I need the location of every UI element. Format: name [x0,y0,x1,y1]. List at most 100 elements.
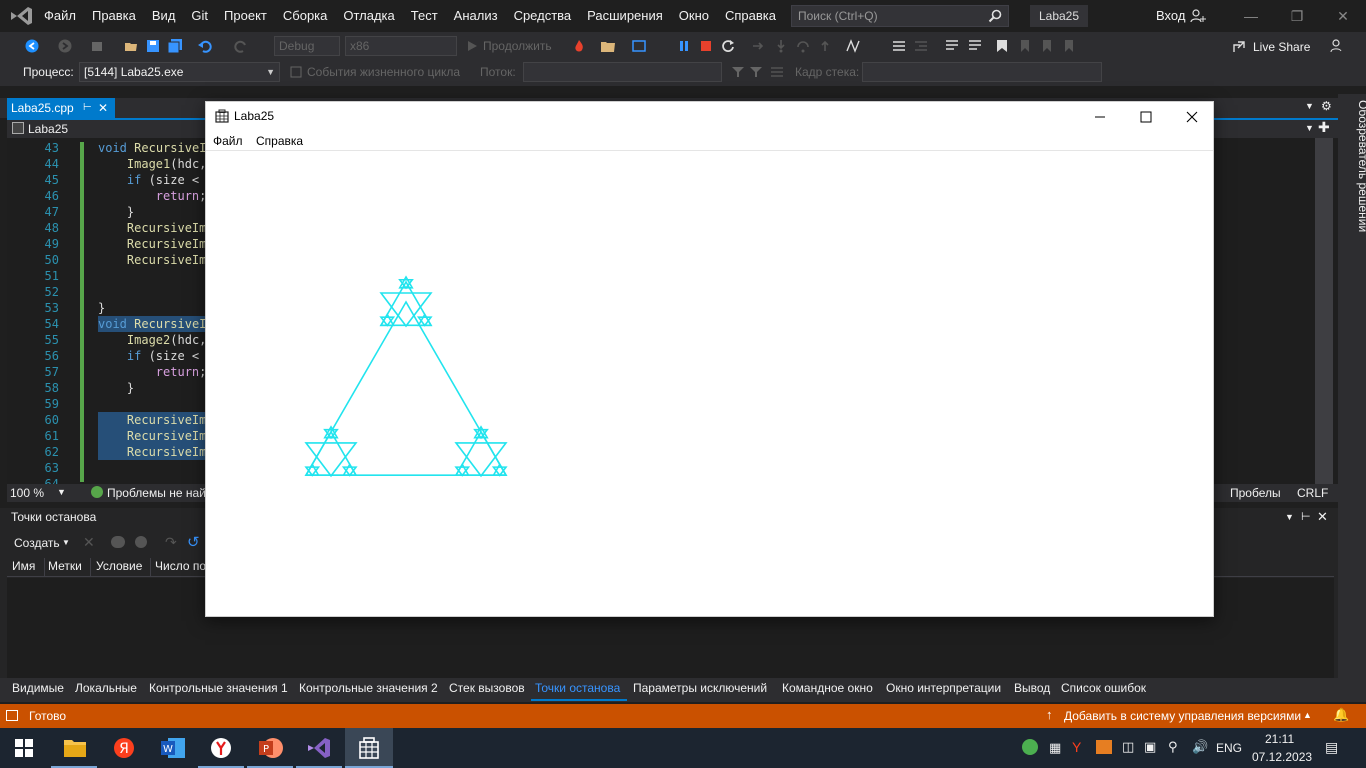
column-divider[interactable] [150,558,151,576]
zoom-level[interactable]: 100 % [10,486,44,500]
tab-watch-1[interactable]: Контрольные значения 1 [149,681,288,695]
prev-bookmark-icon[interactable] [1018,39,1032,53]
settings-gear-icon[interactable]: ⚙ [1321,99,1332,113]
feedback-icon[interactable] [1330,39,1346,53]
problems-status[interactable]: Проблемы не найд [107,486,213,500]
menu-project[interactable]: Проект [216,0,275,32]
indent-mode[interactable]: Пробелы [1230,486,1281,500]
restart-icon[interactable] [721,39,735,53]
continue-button[interactable]: Продолжить [483,39,552,53]
solution-config-dropdown[interactable]: Debug [274,36,340,56]
menu-view[interactable]: Вид [144,0,184,32]
visual-studio-taskbar-icon[interactable] [307,737,331,759]
menu-file[interactable]: Файл [36,0,84,32]
search-input[interactable]: Поиск (Ctrl+Q) [791,5,1009,27]
menu-extensions[interactable]: Расширения [579,0,671,32]
notification-bell-icon[interactable]: 🔔 [1333,707,1349,723]
nav-scope[interactable]: Laba25 [28,122,68,136]
live-share-icon[interactable] [1232,40,1246,54]
solution-explorer-tab[interactable]: Обозреватель решений [1356,100,1366,232]
outdent-icon[interactable] [914,39,928,53]
platform-dropdown[interactable]: x86 [345,36,457,56]
stack-frame-dropdown[interactable] [862,62,1102,82]
diagnostic-tools-icon[interactable] [846,39,862,53]
continue-play-icon[interactable] [466,40,478,52]
new-project-icon[interactable] [90,39,104,53]
tab-watch-2[interactable]: Контрольные значения 2 [299,681,438,695]
clock-time[interactable]: 21:11 [1265,732,1294,746]
tray-volume-icon[interactable]: 🔊 [1192,739,1208,755]
tab-immediate-window[interactable]: Окно интерпретации [886,681,1001,695]
navigate-back-icon[interactable] [25,39,39,53]
zoom-dropdown-icon[interactable]: ▼ [57,487,66,497]
file-explorer-icon[interactable] [63,737,87,759]
process-dropdown[interactable]: [5144] Laba25.exe ▼ [79,62,280,82]
filter-icon[interactable] [732,66,744,78]
hot-reload-flame-icon[interactable] [572,39,586,53]
tray-weather-icon[interactable] [1096,740,1112,754]
windows-start-icon[interactable] [15,739,33,757]
live-share-button[interactable]: Live Share [1253,40,1310,54]
tab-laba25-cpp[interactable]: Laba25.cpp ⊢ ✕ [7,98,115,118]
split-window-icon[interactable]: ✚ [1318,119,1330,136]
clock-date[interactable]: 07.12.2023 [1252,750,1312,764]
menu-build[interactable]: Сборка [275,0,336,32]
thread-dropdown[interactable] [523,62,722,82]
signin-link[interactable]: Вход [1156,8,1185,23]
powerpoint-icon[interactable]: P [258,737,284,759]
tab-overflow-icon[interactable]: ▼ [1305,101,1314,111]
column-labels[interactable]: Метки [48,559,82,573]
tab-exception-settings[interactable]: Параметры исключений [633,681,767,695]
nav-dropdown-icon[interactable]: ▼ [1305,123,1314,133]
thread-marker-icon[interactable] [892,39,906,53]
menu-tools[interactable]: Средства [506,0,580,32]
tab-command-window[interactable]: Командное окно [782,681,873,695]
uncomment-lines-icon[interactable] [968,39,982,53]
editor-vertical-scrollbar[interactable] [1315,138,1333,484]
break-all-pause-icon[interactable] [678,40,690,52]
menu-edit[interactable]: Правка [84,0,144,32]
menu-window[interactable]: Окно [671,0,717,32]
column-name[interactable]: Имя [12,559,35,573]
delete-icon[interactable]: ✕ [83,534,95,551]
app-minimize-button[interactable] [1077,102,1123,132]
navigate-forward-icon[interactable] [58,39,72,53]
app-close-button[interactable] [1169,102,1215,132]
input-language[interactable]: ENG [1216,741,1242,755]
create-breakpoint-button[interactable]: Создать [14,536,60,550]
panel-close-icon[interactable]: ✕ [1317,509,1328,525]
menu-test[interactable]: Тест [403,0,446,32]
tray-yandex-icon[interactable]: Y [1072,739,1081,755]
show-next-statement-icon[interactable] [752,39,766,53]
menu-help[interactable]: Справка [717,0,784,32]
menu-git[interactable]: Git [183,0,216,32]
tray-wifi-icon[interactable]: ⚲ [1168,739,1178,755]
export-icon[interactable]: ↷ [165,534,177,551]
clear-bookmarks-icon[interactable] [1062,39,1076,53]
word-icon[interactable]: W [160,737,186,759]
stop-debugging-icon[interactable] [700,40,712,52]
import-icon[interactable]: ↺ [187,533,200,551]
bookmark-icon[interactable] [996,39,1008,53]
yandex-browser-icon[interactable]: Я [112,737,136,759]
open-folder-icon[interactable] [124,39,138,53]
close-button[interactable]: ✕ [1320,0,1366,32]
next-bookmark-icon[interactable] [1040,39,1054,53]
step-into-icon[interactable] [774,39,788,53]
action-center-icon[interactable]: ▤ [1325,739,1338,756]
vcs-dropdown-icon[interactable]: ▲ [1303,710,1312,720]
column-condition[interactable]: Условие [96,559,142,573]
tray-app-icon[interactable] [1022,739,1038,755]
minimize-button[interactable]: — [1228,0,1274,32]
menu-analyze[interactable]: Анализ [446,0,506,32]
redo-icon[interactable] [234,39,248,53]
restore-button[interactable]: ❐ [1274,0,1320,32]
lifecycle-events-dropdown[interactable]: События жизненного цикла [307,65,460,79]
tray-usb-icon[interactable]: ◫ [1122,739,1134,755]
step-out-icon[interactable] [818,39,832,53]
clear-filter-icon[interactable] [750,66,764,78]
app-menu-file[interactable]: Файл [213,134,243,148]
panel-dropdown-icon[interactable]: ▼ [1285,512,1294,522]
close-tab-icon[interactable]: ✕ [98,98,108,118]
open-folder-debug-icon[interactable] [600,39,616,53]
